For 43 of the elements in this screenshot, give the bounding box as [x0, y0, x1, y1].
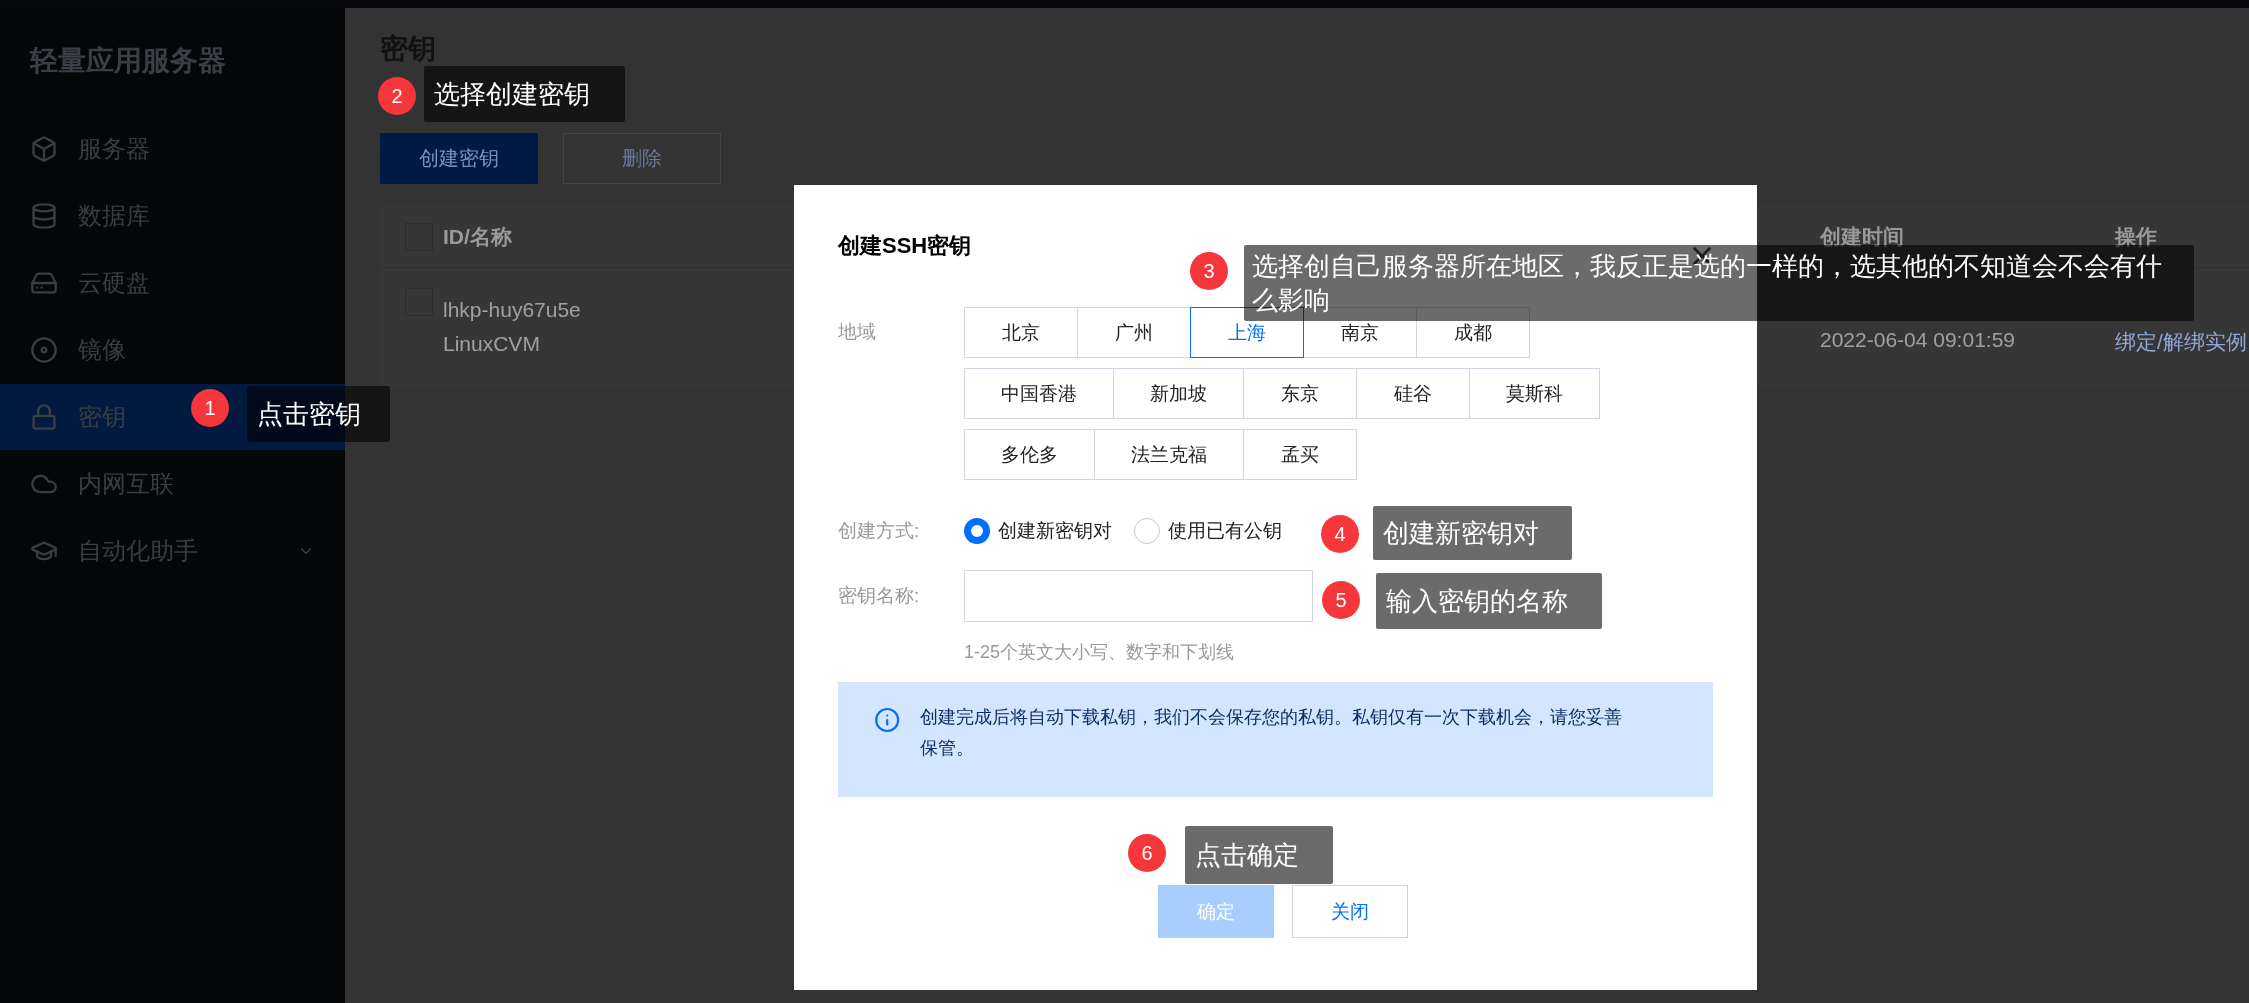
radio-option[interactable]: 使用已有公钥 [1134, 518, 1282, 544]
sidebar-title: 轻量应用服务器 [28, 44, 227, 78]
disc-icon [30, 336, 58, 364]
region-option[interactable]: 北京 [964, 307, 1078, 358]
info-icon [874, 706, 901, 734]
region-option[interactable]: 东京 [1243, 368, 1357, 419]
region-option[interactable]: 多伦多 [964, 429, 1095, 480]
name-input[interactable] [964, 570, 1313, 622]
table-cell: LinuxCVM [443, 332, 540, 356]
form-label: 密钥名称: [838, 584, 921, 608]
bind-link[interactable]: 绑定/解绑实例 [2115, 328, 2247, 356]
callout-text: 输入密钥的名称 [1376, 573, 1602, 629]
column-header: ID/名称 [443, 223, 512, 250]
region-option[interactable]: 中国香港 [964, 368, 1114, 419]
callout-text: 点击确定 [1185, 826, 1333, 884]
hint-text: 1-25个英文大小写、数字和下划线 [964, 641, 1236, 664]
region-option[interactable]: 法兰克福 [1094, 429, 1244, 480]
callout-text: 创建新密钥对 [1373, 506, 1572, 560]
callout-text: 选择创建密钥 [424, 66, 625, 122]
dialog-title: 创建SSH密钥 [838, 232, 972, 260]
callout-text: 点击密钥 [247, 386, 390, 442]
region-option[interactable]: 莫斯科 [1469, 368, 1600, 419]
table-cell: lhkp-huy67u5e [443, 298, 581, 322]
notice-text: 创建完成后将自动下载私钥，我们不会保存您的私钥。私钥仅有一次下载机会，请您妥善保管。 [920, 706, 1624, 760]
region-option[interactable]: 成都 [1416, 307, 1530, 358]
radio-icon[interactable] [1134, 518, 1160, 544]
close-button[interactable]: 关闭 [1291, 885, 1408, 938]
region-option[interactable]: 广州 [1077, 307, 1191, 358]
radio-icon[interactable] [964, 518, 990, 544]
radio-label: 创建新密钥对 [998, 519, 1112, 543]
radio-option[interactable]: 创建新密钥对 [964, 518, 1112, 544]
database-icon [30, 202, 58, 230]
region-option[interactable]: 新加坡 [1113, 368, 1244, 419]
table-cell: 2022-06-04 09:01:59 [1820, 328, 2015, 352]
form-label: 地域 [838, 320, 877, 344]
region-option[interactable]: 孟买 [1243, 429, 1357, 480]
form-label: 创建方式: [838, 519, 921, 543]
cube-icon [30, 135, 58, 163]
create-button[interactable]: 创建密钥 [380, 133, 538, 184]
radio-label: 使用已有公钥 [1168, 519, 1282, 543]
region-option[interactable]: 硅谷 [1356, 368, 1470, 419]
step-badge: 2 [378, 77, 416, 115]
lock-icon [30, 403, 58, 431]
